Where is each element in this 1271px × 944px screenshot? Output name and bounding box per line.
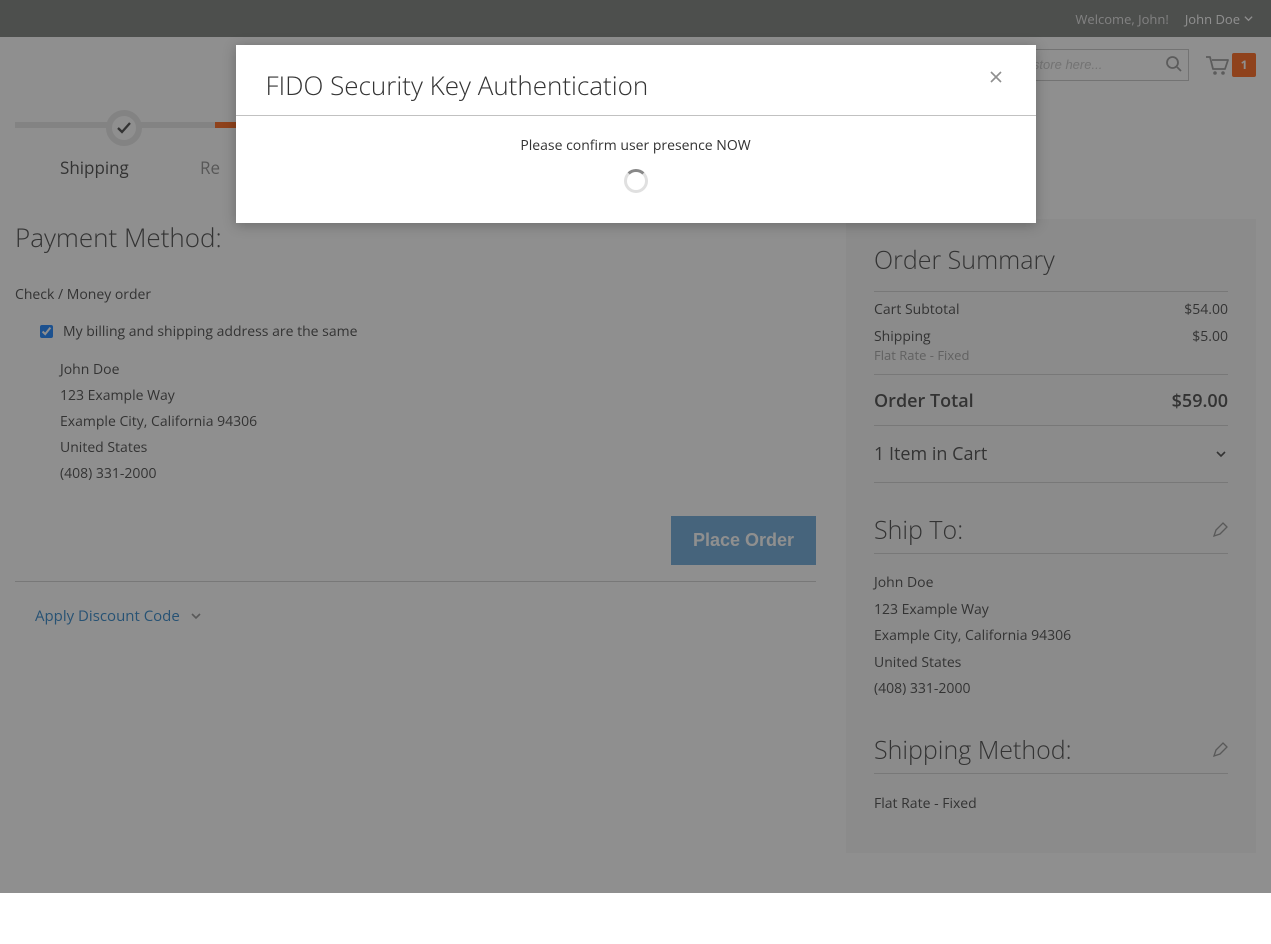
loading-spinner-icon <box>624 169 648 193</box>
close-icon <box>988 69 1004 85</box>
modal-body-text: Please confirm user presence NOW <box>266 136 1006 155</box>
modal-container: FIDO Security Key Authentication Please … <box>0 0 1271 893</box>
fido-auth-modal: FIDO Security Key Authentication Please … <box>236 45 1036 223</box>
modal-close-button[interactable] <box>986 67 1006 87</box>
modal-title: FIDO Security Key Authentication <box>266 67 649 103</box>
